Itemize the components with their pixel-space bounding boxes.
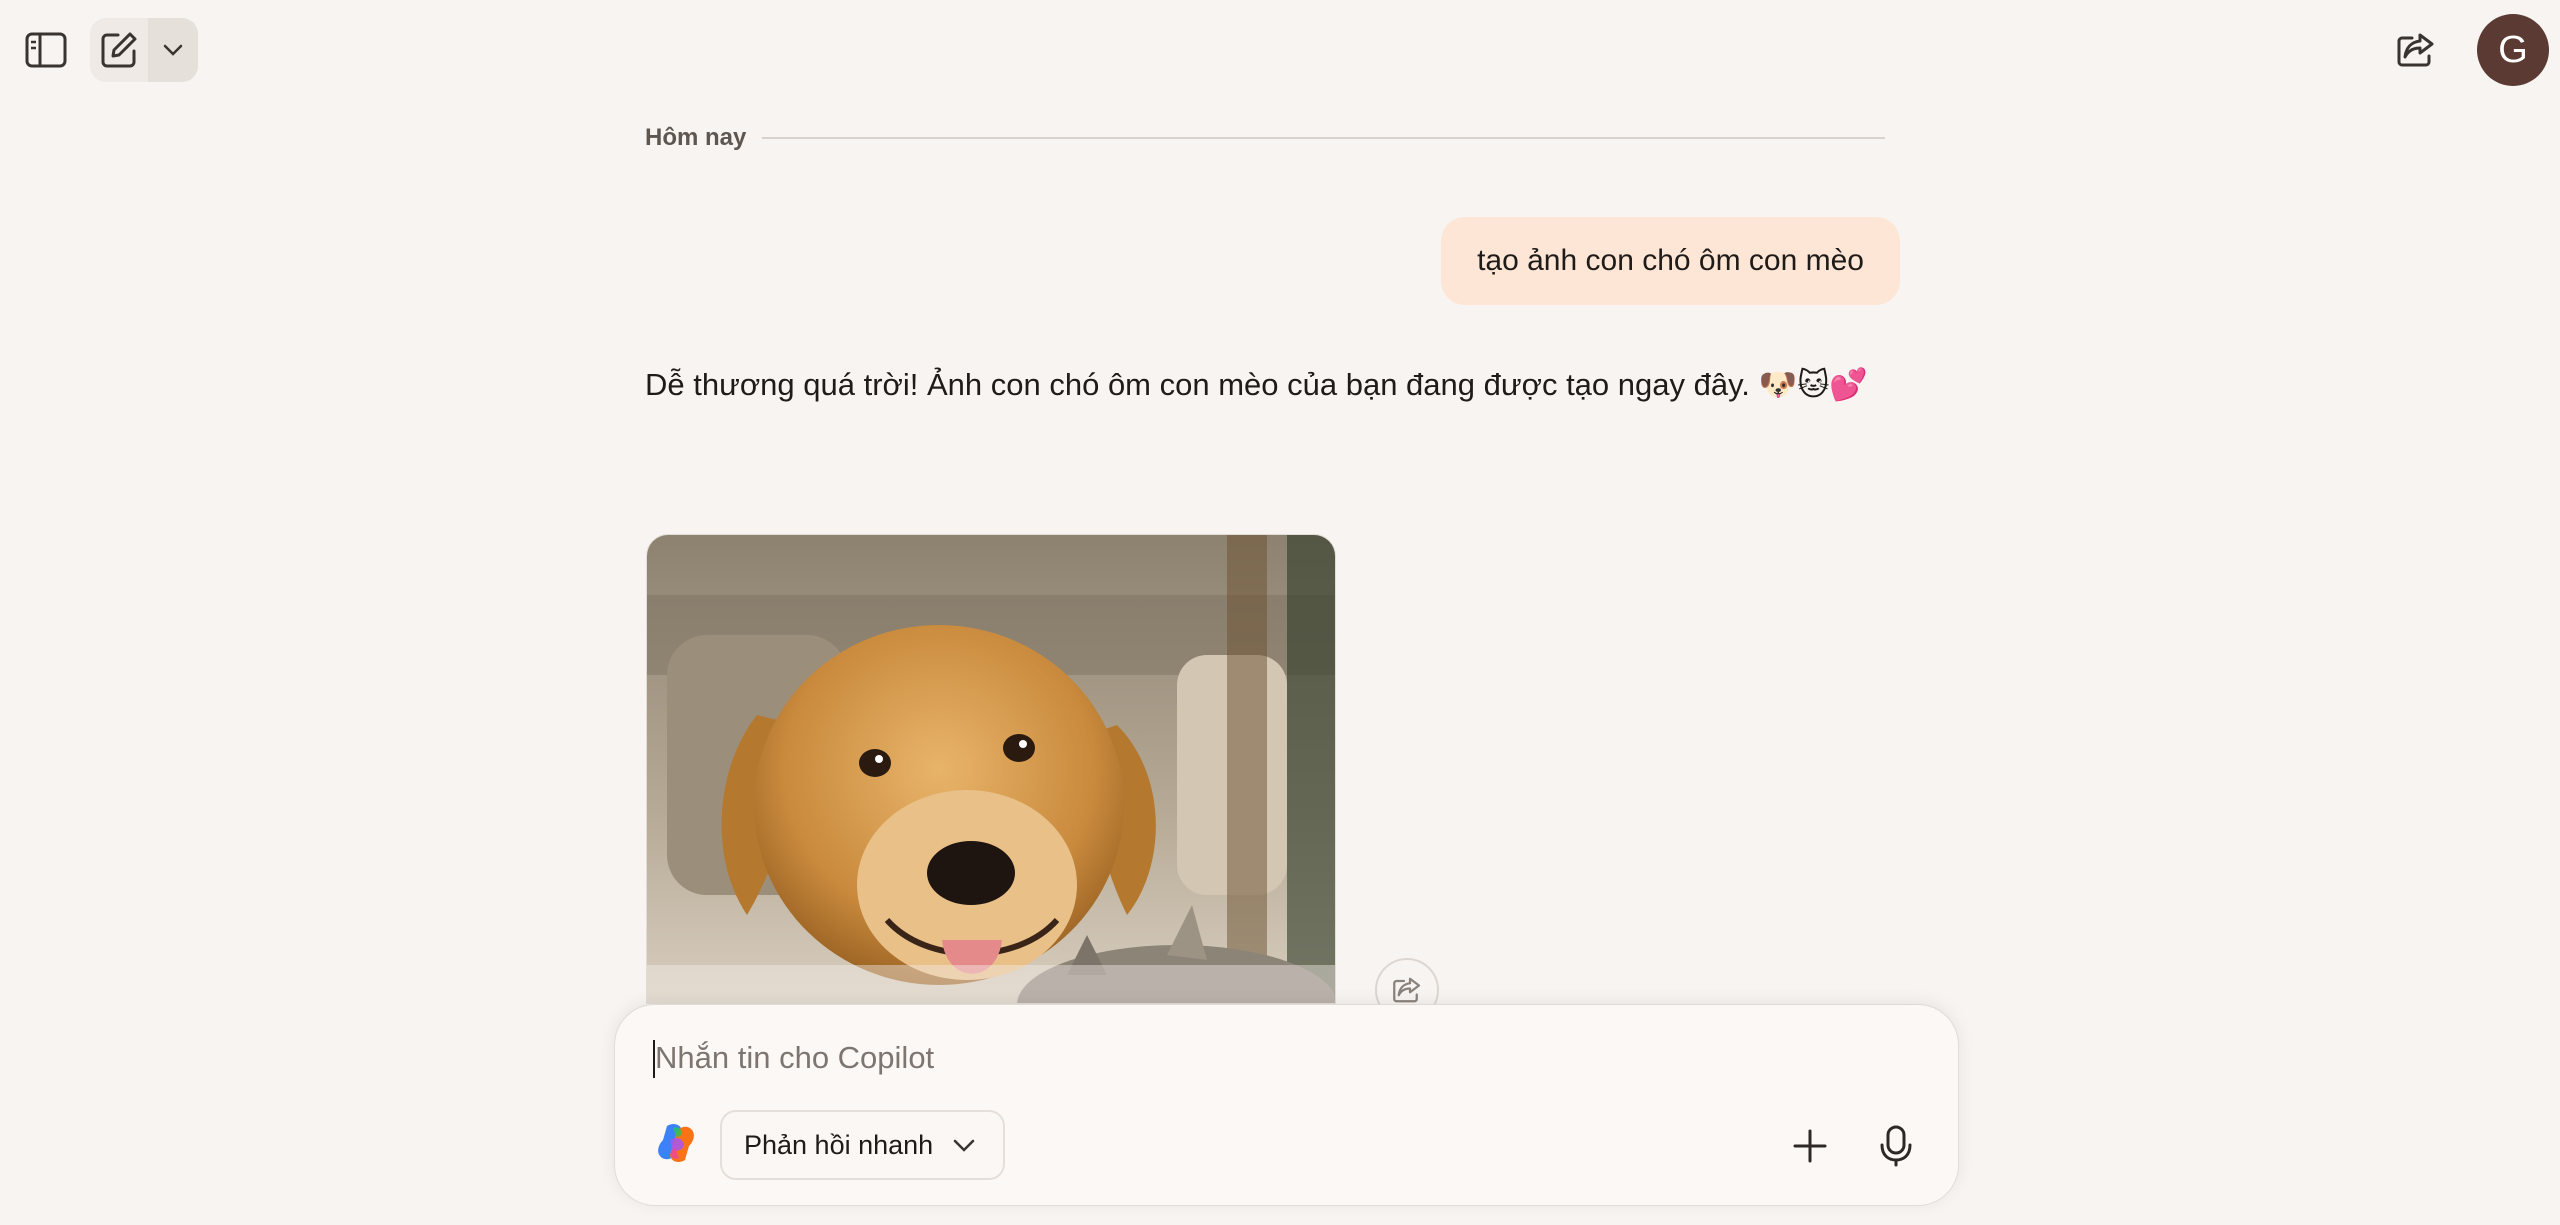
message-input[interactable] bbox=[655, 1035, 1855, 1081]
text-caret bbox=[653, 1040, 655, 1078]
response-mode-selector[interactable]: Phản hồi nhanh bbox=[720, 1110, 1006, 1180]
chevron-down-icon bbox=[163, 44, 183, 56]
new-chat-group bbox=[90, 18, 198, 82]
response-mode-label: Phản hồi nhanh bbox=[744, 1129, 934, 1160]
sidebar-icon bbox=[25, 32, 67, 68]
plus-icon bbox=[1793, 1129, 1827, 1163]
top-left-toolbar bbox=[20, 18, 198, 82]
user-avatar[interactable]: G bbox=[2477, 14, 2549, 86]
dog-cat-illustration bbox=[647, 535, 1335, 1003]
sidebar-toggle-button[interactable] bbox=[20, 18, 72, 82]
add-attachment-button[interactable] bbox=[1782, 1118, 1838, 1174]
user-message-bubble: tạo ảnh con chó ôm con mèo bbox=[1441, 217, 1900, 305]
new-chat-button[interactable] bbox=[90, 18, 148, 82]
assistant-message: Dễ thương quá trời! Ảnh con chó ôm con m… bbox=[645, 367, 1869, 402]
share-icon bbox=[2397, 33, 2434, 67]
date-divider: Hôm nay bbox=[645, 124, 1885, 152]
compose-icon bbox=[101, 32, 137, 68]
divider-line bbox=[762, 137, 1885, 139]
date-label: Hôm nay bbox=[645, 124, 747, 151]
message-composer: Phản hồi nhanh bbox=[615, 1005, 1958, 1205]
microphone-icon bbox=[1880, 1125, 1912, 1167]
copilot-logo-icon[interactable] bbox=[653, 1120, 699, 1166]
generated-image[interactable] bbox=[646, 534, 1336, 1004]
chevron-down-icon bbox=[953, 1139, 975, 1152]
share-icon bbox=[1393, 977, 1421, 1003]
share-conversation-button[interactable] bbox=[2390, 24, 2442, 76]
new-chat-dropdown-button[interactable] bbox=[148, 18, 198, 82]
voice-input-button[interactable] bbox=[1868, 1118, 1924, 1174]
